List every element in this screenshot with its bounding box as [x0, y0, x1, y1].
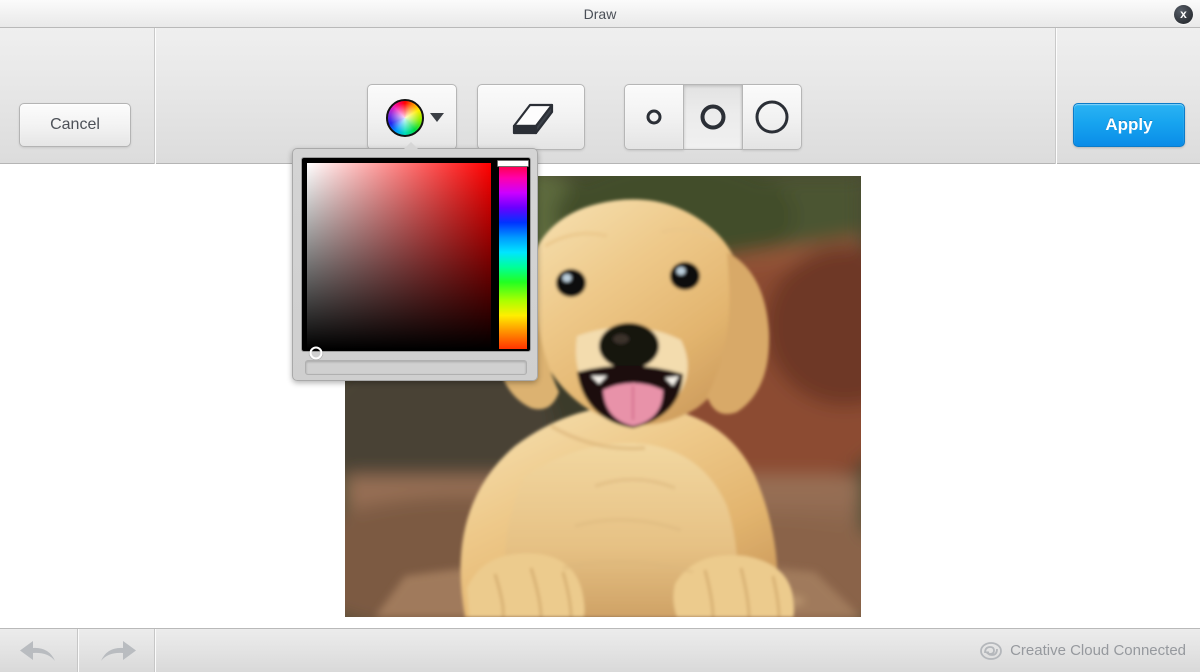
- color-picker-popup[interactable]: [292, 142, 538, 381]
- bottom-toolbar: Creative Cloud Connected: [0, 628, 1200, 672]
- brush-size-medium-button[interactable]: [683, 84, 743, 150]
- color-swatch-bar[interactable]: [305, 360, 527, 375]
- eraser-icon: [512, 103, 554, 135]
- hue-slider[interactable]: [499, 163, 527, 349]
- undo-button[interactable]: [0, 629, 77, 672]
- popup-arrow: [403, 142, 419, 150]
- cancel-button[interactable]: Cancel: [19, 103, 131, 147]
- brush-size-large-button[interactable]: [742, 84, 802, 150]
- top-toolbar: Cancel Apply Color Picker Eraser: [0, 28, 1200, 184]
- circle-large-icon: [755, 100, 789, 134]
- creative-cloud-icon: [980, 641, 1002, 660]
- redo-arrow-icon: [101, 640, 136, 661]
- chevron-down-icon: [430, 113, 444, 122]
- hue-slider-handle[interactable]: [497, 160, 529, 167]
- circle-medium-icon: [700, 104, 726, 130]
- saturation-value-area[interactable]: [307, 163, 491, 360]
- undo-arrow-icon: [19, 640, 55, 661]
- saturation-value-cursor[interactable]: [309, 346, 323, 360]
- creative-cloud-status-label: Creative Cloud Connected: [1010, 642, 1186, 659]
- apply-button[interactable]: Apply: [1073, 103, 1185, 147]
- close-icon[interactable]: x: [1174, 5, 1193, 24]
- color-picker-inner: [301, 157, 531, 360]
- toolbar-divider-left: [154, 28, 156, 164]
- redo-button[interactable]: [79, 629, 155, 672]
- window-title: Draw: [583, 6, 617, 22]
- drawing-canvas[interactable]: [0, 165, 1200, 628]
- circle-small-icon: [646, 109, 662, 125]
- eraser-button[interactable]: [477, 84, 585, 150]
- brush-size-small-button[interactable]: [624, 84, 684, 150]
- draw-editor-window: Draw x Cancel Apply Color Picker: [0, 0, 1200, 672]
- color-wheel-icon: [386, 99, 424, 137]
- toolbar-divider-right: [1055, 28, 1057, 164]
- color-picker-button[interactable]: [367, 84, 457, 150]
- title-bar: Draw x: [0, 0, 1200, 28]
- creative-cloud-status: Creative Cloud Connected: [980, 629, 1186, 672]
